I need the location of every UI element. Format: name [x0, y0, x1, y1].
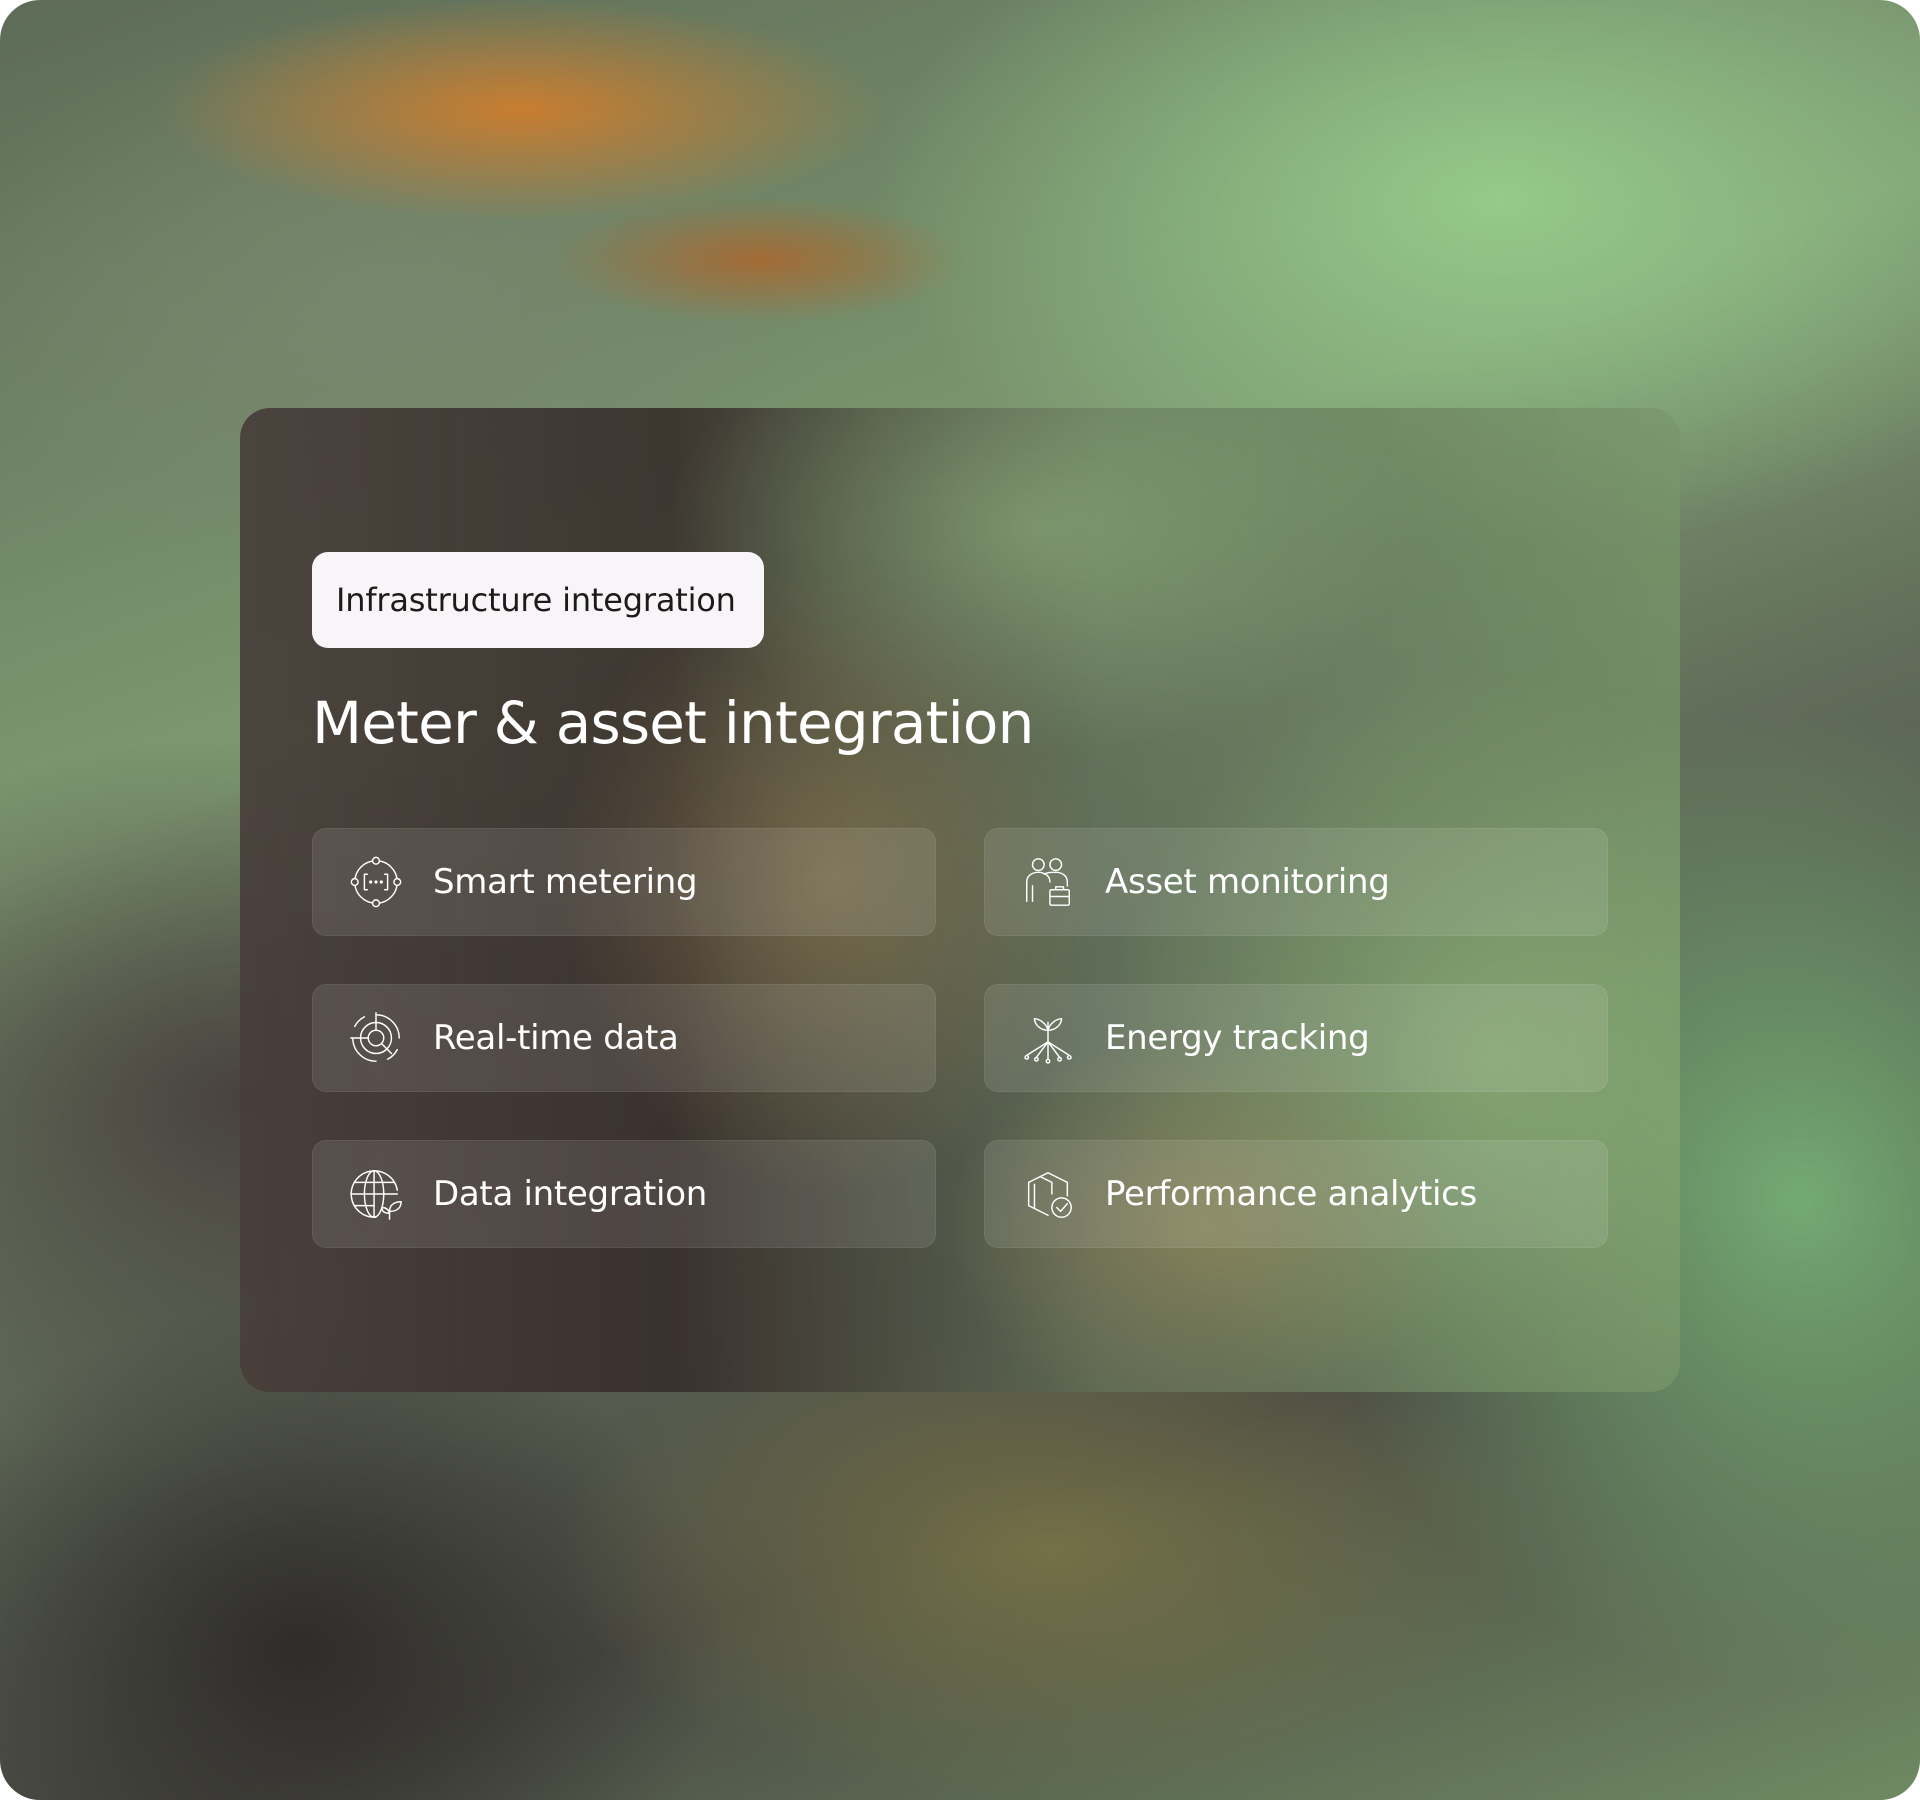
feature-real-time-data[interactable]: Real-time data — [312, 984, 936, 1092]
feature-label: Energy tracking — [1105, 1018, 1370, 1058]
feature-label: Performance analytics — [1105, 1174, 1477, 1214]
background-image: Infrastructure integration Meter & asset… — [0, 0, 1920, 1800]
sprout-network-icon — [1019, 1009, 1077, 1067]
feature-smart-metering[interactable]: Smart metering — [312, 828, 936, 936]
feature-label: Real-time data — [433, 1018, 679, 1058]
feature-card: Infrastructure integration Meter & asset… — [240, 408, 1680, 1392]
page-title: Meter & asset integration — [312, 689, 1034, 757]
radar-target-icon — [347, 1009, 405, 1067]
feature-label: Smart metering — [433, 862, 698, 902]
globe-leaf-icon — [347, 1165, 405, 1223]
feature-data-integration[interactable]: Data integration — [312, 1140, 936, 1248]
feature-label: Asset monitoring — [1105, 862, 1390, 902]
smart-meter-icon — [347, 853, 405, 911]
box-check-icon — [1019, 1165, 1077, 1223]
feature-asset-monitoring[interactable]: Asset monitoring — [984, 828, 1608, 936]
feature-performance-analytics[interactable]: Performance analytics — [984, 1140, 1608, 1248]
category-badge: Infrastructure integration — [312, 552, 764, 648]
feature-label: Data integration — [433, 1174, 707, 1214]
feature-energy-tracking[interactable]: Energy tracking — [984, 984, 1608, 1092]
team-briefcase-icon — [1019, 853, 1077, 911]
feature-grid: Smart metering Asset monitoring Real-tim… — [312, 828, 1608, 1248]
